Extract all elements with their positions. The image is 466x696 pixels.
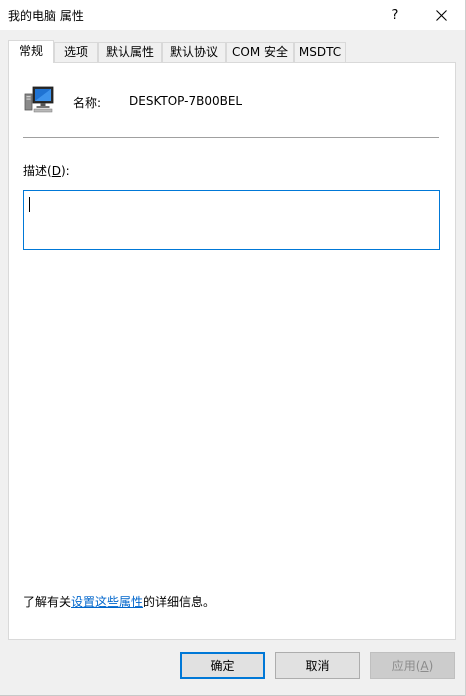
text-caret [29,197,30,212]
close-icon [435,9,447,21]
computer-name-label: 名称: [73,96,102,110]
help-info-text: 了解有关设置这些属性的详细信息。 [23,595,216,609]
computer-icon [24,86,54,113]
configure-properties-link[interactable]: 设置这些属性 [71,595,143,609]
tab-options[interactable]: 选项 [54,42,98,62]
properties-dialog: 我的电脑 属性 ? 常规 选项 默认属性 默认协议 COM 安全 MSDTC 名… [0,0,466,696]
help-button[interactable]: ? [372,0,418,30]
description-input[interactable] [23,190,440,250]
tab-msdtc[interactable]: MSDTC [294,42,346,62]
separator-line [23,137,439,138]
help-icon: ? [391,7,399,23]
tab-com-security[interactable]: COM 安全 [226,42,294,62]
tab-general[interactable]: 常规 [8,40,54,63]
cancel-button[interactable]: 取消 [275,652,360,679]
title-bar: 我的电脑 属性 ? [0,0,465,30]
window-title: 我的电脑 属性 [8,9,84,23]
close-button[interactable] [418,0,464,30]
ok-button[interactable]: 确定 [180,652,265,679]
computer-name-value: DESKTOP-7B00BEL [129,94,243,108]
tab-default-properties[interactable]: 默认属性 [98,42,162,62]
description-label: 描述(D): [23,164,70,178]
apply-button[interactable]: 应用(A) [370,652,455,679]
general-tab-panel: 名称: DESKTOP-7B00BEL 描述(D): 了解有关设置这些属性的详细… [8,62,456,640]
tab-default-protocols[interactable]: 默认协议 [162,42,226,62]
